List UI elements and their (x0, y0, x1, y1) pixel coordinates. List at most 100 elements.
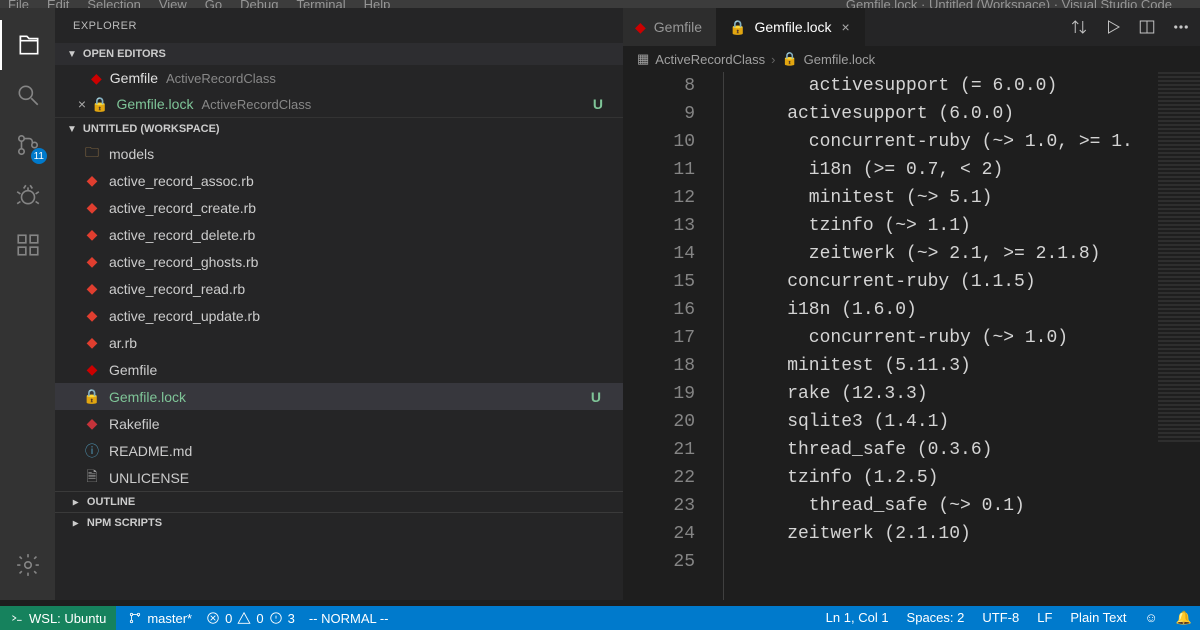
activity-bar: 11 (0, 8, 55, 600)
tree-item-label: active_record_read.rb (109, 281, 245, 297)
minimap[interactable] (1158, 72, 1200, 600)
code-line[interactable]: activesupport (= 6.0.0) (744, 72, 1158, 100)
activity-scm[interactable]: 11 (0, 120, 55, 170)
code-editor[interactable]: 8910111213141516171819202122232425 activ… (623, 72, 1200, 600)
code-line[interactable]: tzinfo (~> 1.1) (744, 212, 1158, 240)
code-line[interactable]: zeitwerk (~> 2.1, >= 2.1.8) (744, 240, 1158, 268)
tree-item[interactable]: ◆ Gemfile (55, 356, 623, 383)
code-line[interactable]: thread_safe (~> 0.1) (744, 492, 1158, 520)
ruby-icon: ◆ (83, 226, 101, 243)
menu-help[interactable]: Help (364, 0, 391, 8)
run-icon[interactable] (1104, 18, 1122, 36)
line-number: 12 (623, 184, 695, 212)
menu-go[interactable]: Go (205, 0, 222, 8)
status-bell-icon[interactable]: 🔔 (1176, 610, 1192, 626)
code-line[interactable] (744, 548, 1158, 576)
menu-edit[interactable]: Edit (47, 0, 69, 8)
tree-item[interactable]: 🗀 models (55, 140, 623, 167)
line-number: 21 (623, 436, 695, 464)
open-editor-item[interactable]: ◆ Gemfile ActiveRecordClass (55, 65, 623, 91)
tree-item-label: active_record_create.rb (109, 200, 256, 216)
status-position[interactable]: Ln 1, Col 1 (826, 610, 889, 626)
tree-item[interactable]: ◆ active_record_assoc.rb (55, 167, 623, 194)
breadcrumb-item[interactable]: ActiveRecordClass (655, 52, 765, 67)
menu-view[interactable]: View (159, 0, 187, 8)
code-text[interactable]: activesupport (= 6.0.0) activesupport (6… (723, 72, 1158, 600)
activity-explorer[interactable] (0, 20, 55, 70)
code-line[interactable]: concurrent-ruby (~> 1.0, >= 1. (744, 128, 1158, 156)
chevron-right-icon: ▼ (70, 518, 81, 528)
status-encoding[interactable]: UTF-8 (982, 610, 1019, 626)
open-editors-header[interactable]: ▼ OPEN EDITORS (55, 43, 623, 65)
tree-item[interactable]: 🗎 UNLICENSE (55, 464, 623, 491)
split-icon[interactable] (1138, 18, 1156, 36)
ruby-icon: ◆ (83, 334, 101, 351)
menu-debug[interactable]: Debug (240, 0, 278, 8)
code-line[interactable]: concurrent-ruby (~> 1.0) (744, 324, 1158, 352)
tree-item[interactable]: ◆ active_record_create.rb (55, 194, 623, 221)
editor-name: Gemfile (110, 70, 158, 86)
tree-item[interactable]: ⓘ README.md (55, 437, 623, 464)
code-line[interactable]: rake (12.3.3) (744, 380, 1158, 408)
code-line[interactable]: activesupport (6.0.0) (744, 100, 1158, 128)
tree-item[interactable]: ◆ active_record_delete.rb (55, 221, 623, 248)
code-line[interactable]: tzinfo (1.2.5) (744, 464, 1158, 492)
menu-file[interactable]: File (8, 0, 29, 8)
tree-item-label: models (109, 146, 154, 162)
code-line[interactable]: thread_safe (0.3.6) (744, 436, 1158, 464)
outline-header[interactable]: ▼ OUTLINE (55, 491, 623, 512)
tree-item-label: active_record_ghosts.rb (109, 254, 258, 270)
sidebar-title: EXPLORER (55, 8, 623, 43)
code-line[interactable]: zeitwerk (2.1.10) (744, 520, 1158, 548)
line-number: 23 (623, 492, 695, 520)
open-editor-item[interactable]: × 🔒 Gemfile.lock ActiveRecordClass U (55, 91, 623, 117)
line-number: 11 (623, 156, 695, 184)
activity-settings[interactable] (0, 540, 55, 590)
code-line[interactable]: minitest (~> 5.1) (744, 184, 1158, 212)
code-line[interactable]: concurrent-ruby (1.1.5) (744, 268, 1158, 296)
line-number: 20 (623, 408, 695, 436)
window-title: Gemfile.lock · Untitled (Workspace) · Vi… (846, 0, 1172, 8)
more-icon[interactable] (1172, 18, 1190, 36)
tree-item[interactable]: ◆ ar.rb (55, 329, 623, 356)
txt-icon: 🗎 (83, 466, 101, 490)
code-line[interactable]: i18n (1.6.0) (744, 296, 1158, 324)
workspace-header[interactable]: ▼ UNTITLED (WORKSPACE) (55, 117, 623, 140)
breadcrumb-item[interactable]: Gemfile.lock (804, 52, 876, 67)
activity-debug[interactable] (0, 170, 55, 220)
status-branch[interactable]: master* (128, 611, 192, 626)
tab-bar: ◆ Gemfile 🔒 Gemfile.lock × (623, 8, 1200, 46)
close-icon[interactable]: × (73, 96, 91, 112)
close-icon[interactable]: × (841, 19, 849, 35)
status-eol[interactable]: LF (1037, 610, 1052, 626)
tree-item[interactable]: 🔒 Gemfile.lock U (55, 383, 623, 410)
activity-search[interactable] (0, 70, 55, 120)
lock-icon: 🔒 (729, 19, 746, 36)
editor-tab[interactable]: 🔒 Gemfile.lock × (717, 8, 865, 46)
status-spaces[interactable]: Spaces: 2 (907, 610, 965, 626)
menu-terminal[interactable]: Terminal (296, 0, 345, 8)
compare-icon[interactable] (1070, 18, 1088, 36)
tree-item[interactable]: ◆ Rakefile (55, 410, 623, 437)
status-problems[interactable]: 0 0 3 (206, 611, 295, 626)
breadcrumb[interactable]: ▦ ActiveRecordClass › 🔒 Gemfile.lock (623, 46, 1200, 72)
md-icon: ⓘ (83, 441, 101, 461)
code-line[interactable]: i18n (>= 0.7, < 2) (744, 156, 1158, 184)
tree-item[interactable]: ◆ active_record_read.rb (55, 275, 623, 302)
activity-extensions[interactable] (0, 220, 55, 270)
tree-item[interactable]: ◆ active_record_update.rb (55, 302, 623, 329)
ruby-icon: ◆ (83, 172, 101, 189)
line-number: 15 (623, 268, 695, 296)
editor-name: Gemfile.lock (116, 96, 193, 112)
lock-icon: 🔒 (83, 388, 101, 405)
status-feedback-icon[interactable]: ☺ (1145, 610, 1158, 626)
menu-selection[interactable]: Selection (87, 0, 140, 8)
tree-item[interactable]: ◆ active_record_ghosts.rb (55, 248, 623, 275)
code-line[interactable]: minitest (5.11.3) (744, 352, 1158, 380)
status-remote[interactable]: WSL: Ubuntu (0, 606, 116, 630)
status-language[interactable]: Plain Text (1070, 610, 1126, 626)
lock-icon: 🔒 (91, 96, 108, 113)
npm-scripts-header[interactable]: ▼ NPM SCRIPTS (55, 512, 623, 533)
editor-tab[interactable]: ◆ Gemfile (623, 8, 717, 46)
code-line[interactable]: sqlite3 (1.4.1) (744, 408, 1158, 436)
